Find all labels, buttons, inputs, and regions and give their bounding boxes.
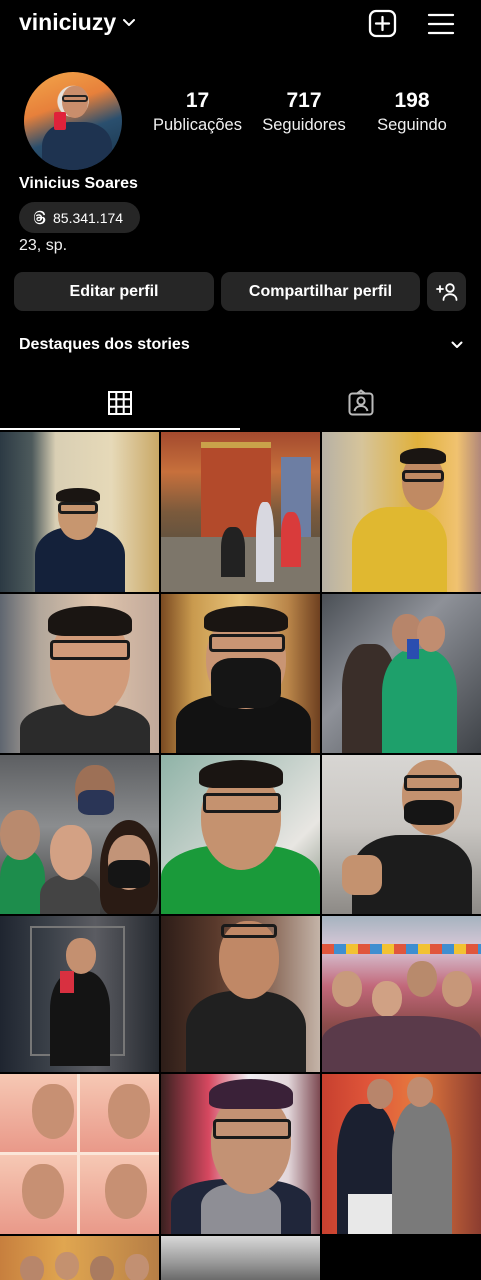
add-person-icon	[435, 282, 457, 301]
post-16[interactable]	[0, 1236, 159, 1280]
post-9[interactable]	[322, 755, 481, 914]
stat-posts[interactable]: 17 Publicações	[140, 89, 255, 136]
post-1[interactable]	[0, 432, 159, 592]
post-11[interactable]	[161, 916, 320, 1072]
post-4[interactable]	[0, 594, 159, 753]
post-14[interactable]	[161, 1074, 320, 1234]
username: viniciuzy	[19, 9, 117, 35]
avatar-shirt	[42, 122, 112, 170]
tab-tagged[interactable]	[241, 378, 481, 428]
full-name: Vinicius Soares	[19, 175, 138, 192]
avatar-phone	[54, 112, 66, 130]
post-3[interactable]	[322, 432, 481, 592]
edit-profile-button[interactable]: Editar perfil	[14, 272, 214, 311]
stat-following-value: 198	[394, 89, 430, 112]
tagged-person-icon	[348, 389, 374, 416]
post-15[interactable]	[322, 1074, 481, 1234]
bio-text: 23, sp.	[19, 237, 68, 254]
post-5[interactable]	[161, 594, 320, 753]
stat-following[interactable]: 198 Seguindo	[372, 89, 452, 136]
create-post-button[interactable]	[367, 9, 399, 39]
tab-posts-grid[interactable]	[0, 378, 240, 430]
stat-posts-value: 17	[185, 89, 210, 112]
chevron-down-icon	[122, 18, 136, 28]
post-2[interactable]	[161, 432, 320, 592]
post-13[interactable]	[0, 1074, 159, 1234]
stat-followers-value: 717	[286, 89, 322, 112]
top-bar: viniciuzy	[0, 0, 481, 48]
plus-square-icon	[368, 9, 397, 38]
highlights-title: Destaques dos stories	[19, 336, 190, 353]
post-7[interactable]	[0, 755, 159, 914]
threads-badge[interactable]: 85.341.174	[19, 202, 140, 233]
threads-count: 85.341.174	[53, 209, 124, 226]
post-8[interactable]	[161, 755, 320, 914]
stat-following-label: Seguindo	[377, 116, 447, 134]
stat-followers[interactable]: 717 Seguidores	[258, 89, 350, 136]
threads-icon	[34, 210, 46, 225]
post-12[interactable]	[322, 916, 481, 1072]
profile-tabs	[0, 378, 481, 430]
chevron-down-icon	[451, 341, 463, 348]
profile-avatar[interactable]	[24, 72, 122, 170]
grid-icon	[108, 391, 132, 415]
stat-followers-label: Seguidores	[262, 116, 346, 134]
avatar-glasses	[62, 95, 88, 102]
post-17[interactable]	[161, 1236, 320, 1280]
account-switcher[interactable]: viniciuzy	[19, 9, 136, 36]
menu-button[interactable]	[426, 11, 456, 37]
share-profile-button[interactable]: Compartilhar perfil	[221, 272, 420, 311]
story-highlights-toggle[interactable]: Destaques dos stories	[19, 333, 464, 357]
discover-people-button[interactable]	[427, 272, 466, 311]
post-6[interactable]	[322, 594, 481, 753]
hamburger-menu-icon	[427, 13, 455, 35]
post-10[interactable]	[0, 916, 159, 1072]
profile-stats: 17 Publicações 717 Seguidores 198 Seguin…	[140, 89, 460, 156]
stat-posts-label: Publicações	[153, 116, 242, 134]
